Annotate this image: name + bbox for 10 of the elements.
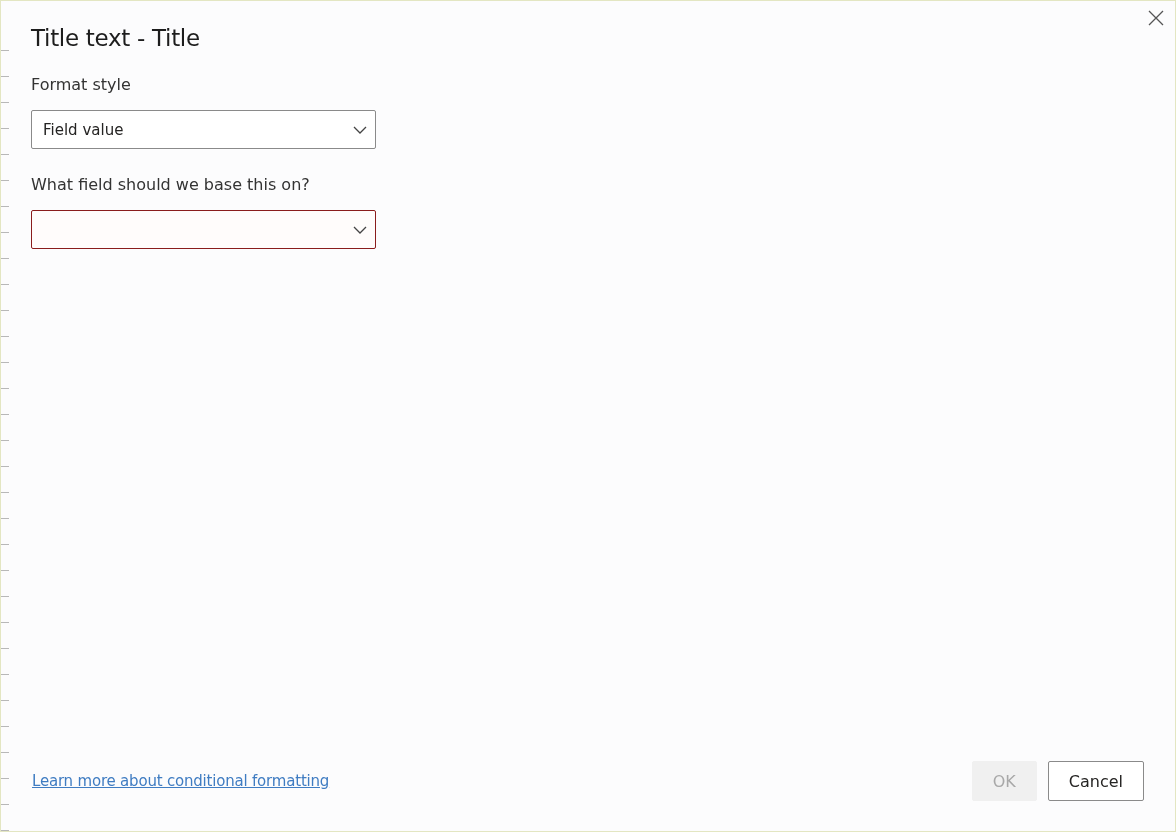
chevron-down-icon xyxy=(353,225,367,234)
dropdown[interactable]: Field value xyxy=(31,110,376,149)
chevron-down-icon xyxy=(353,125,367,134)
dropdown[interactable] xyxy=(31,210,376,249)
close-icon xyxy=(1148,10,1164,26)
field-label: Format style xyxy=(31,75,132,94)
cancel-button[interactable]: Cancel xyxy=(1047,761,1144,801)
help-link[interactable]: Learn more about conditional formatting xyxy=(31,772,330,790)
dialog-title: Title text - Title xyxy=(31,25,201,51)
field-label: What field should we base this on? xyxy=(31,175,311,194)
